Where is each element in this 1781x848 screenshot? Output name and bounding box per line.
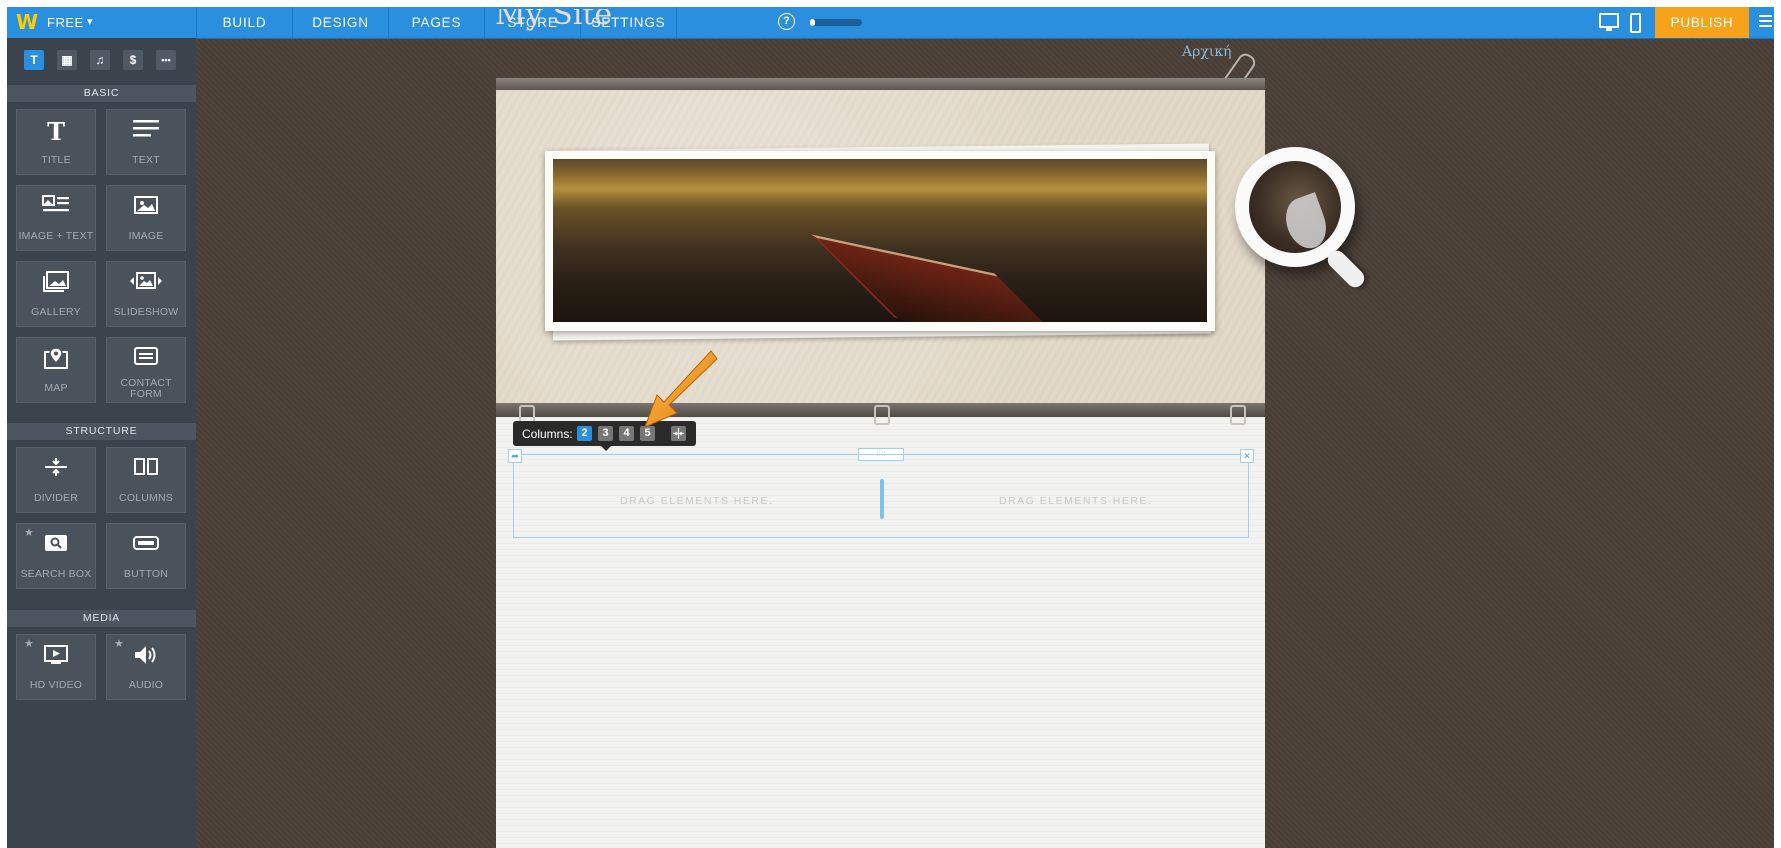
- chevron-down-icon[interactable]: ▾: [87, 15, 93, 28]
- toolbar-pointer: [601, 446, 611, 451]
- element-title[interactable]: T TITLE: [16, 109, 96, 175]
- element-label: TITLE: [41, 154, 71, 166]
- top-bar: W FREE ▾ BUILD DESIGN PAGES STORE SETTIN…: [7, 7, 1774, 39]
- tab-build[interactable]: BUILD: [196, 7, 292, 38]
- element-label: IMAGE: [128, 230, 164, 242]
- section-structure: STRUCTURE: [7, 423, 196, 440]
- columns-option-4[interactable]: 4: [619, 426, 634, 441]
- title-icon: T: [47, 117, 65, 146]
- columns-icon: [107, 456, 185, 484]
- element-label: AUDIO: [128, 679, 164, 691]
- element-category-tabs: T ▦ ♫ $ •••: [7, 38, 196, 80]
- cup-handle: [1324, 247, 1368, 291]
- element-contact-form[interactable]: CONTACT FORM: [106, 337, 186, 403]
- element-label: CONTACT FORM: [107, 378, 185, 400]
- weebly-logo-icon[interactable]: W: [16, 12, 38, 32]
- site-title[interactable]: My Site: [495, 9, 612, 32]
- element-label: MAP: [44, 382, 68, 394]
- image-icon: [107, 194, 185, 222]
- element-hd-video[interactable]: ★ HD VIDEO: [16, 634, 96, 700]
- text-lines-icon: [107, 118, 185, 146]
- slideshow-icon: [107, 270, 185, 298]
- element-slideshow[interactable]: SLIDESHOW: [106, 261, 186, 327]
- layout-category-icon[interactable]: ▦: [57, 50, 77, 70]
- element-audio[interactable]: ★ AUDIO: [106, 634, 186, 700]
- element-image[interactable]: IMAGE: [106, 185, 186, 251]
- menu-icon[interactable]: [1759, 15, 1772, 30]
- element-label: HD VIDEO: [29, 679, 83, 691]
- settings-arrow-icon[interactable]: ➦: [508, 449, 522, 463]
- column-drop-zone-left[interactable]: DRAG ELEMENTS HERE.: [620, 495, 773, 507]
- setup-progress-bar: [810, 19, 862, 26]
- element-columns[interactable]: COLUMNS: [106, 447, 186, 513]
- progress-fill: [810, 19, 816, 26]
- element-image-text[interactable]: IMAGE + TEXT: [16, 185, 96, 251]
- header-top-bar: [496, 78, 1265, 90]
- binder-ring: [1230, 405, 1246, 425]
- element-divider[interactable]: DIVIDER: [16, 447, 96, 513]
- columns-option-3[interactable]: 3: [598, 426, 613, 441]
- binder-ring: [874, 405, 890, 425]
- section-media: MEDIA: [7, 610, 196, 627]
- element-label: SLIDESHOW: [113, 306, 179, 318]
- element-label-line2: FORM: [130, 388, 162, 400]
- columns-label: Columns:: [522, 427, 573, 441]
- element-label: TEXT: [132, 154, 160, 166]
- element-label: BUTTON: [123, 568, 169, 580]
- element-map[interactable]: MAP: [16, 337, 96, 403]
- mobile-view-icon[interactable]: [1630, 13, 1641, 33]
- desktop-view-icon[interactable]: [1599, 13, 1619, 28]
- publish-button[interactable]: PUBLISH: [1655, 7, 1749, 38]
- column-drop-zone-right[interactable]: DRAG ELEMENTS HERE.: [999, 495, 1152, 507]
- element-label: GALLERY: [31, 306, 81, 318]
- gallery-icon: [17, 270, 95, 298]
- close-icon[interactable]: ✕: [1240, 449, 1254, 463]
- commerce-category-icon[interactable]: $: [123, 50, 143, 70]
- button-icon: [107, 532, 185, 560]
- coffee-cup-decoration: [1235, 147, 1355, 267]
- map-pin-icon: [17, 346, 95, 374]
- element-search-box[interactable]: ★ SEARCH BOX: [16, 523, 96, 589]
- orange-arrow-annotation: [644, 350, 718, 428]
- coffee-surface: [1249, 161, 1341, 254]
- element-label: COLUMNS: [119, 492, 173, 504]
- tab-design[interactable]: DESIGN: [292, 7, 388, 38]
- help-icon[interactable]: ?: [778, 13, 795, 30]
- columns-block[interactable]: DRAG ELEMENTS HERE. DRAG ELEMENTS HERE. …: [508, 449, 1254, 538]
- coffee-reflection: [1279, 192, 1333, 254]
- element-label: DIVIDER: [34, 492, 78, 504]
- plan-label[interactable]: FREE: [47, 15, 84, 30]
- nav-link-home[interactable]: Αρχική: [1182, 44, 1231, 60]
- tab-pages[interactable]: PAGES: [388, 7, 484, 38]
- header-image[interactable]: [553, 159, 1207, 322]
- image-text-icon: [17, 194, 95, 222]
- element-gallery[interactable]: GALLERY: [16, 261, 96, 327]
- contact-form-icon: [107, 346, 185, 374]
- element-button[interactable]: BUTTON: [106, 523, 186, 589]
- element-text[interactable]: TEXT: [106, 109, 186, 175]
- element-label: IMAGE + TEXT: [18, 230, 94, 242]
- divider-icon: [17, 456, 95, 484]
- section-basic: BASIC: [7, 85, 196, 102]
- editor-window: W FREE ▾ BUILD DESIGN PAGES STORE SETTIN…: [7, 7, 1774, 848]
- media-category-icon[interactable]: ♫: [90, 50, 110, 70]
- video-icon: [17, 643, 95, 671]
- columns-option-2[interactable]: 2: [577, 426, 592, 441]
- elements-sidebar: T ▦ ♫ $ ••• BASIC T TITLE TEXT IMAGE + T…: [7, 38, 196, 848]
- text-category-icon[interactable]: T: [24, 50, 44, 70]
- canoe-shape: [811, 234, 1078, 322]
- audio-speaker-icon: [107, 643, 185, 671]
- column-resize-handle[interactable]: [880, 479, 884, 519]
- more-category-icon[interactable]: •••: [156, 50, 176, 70]
- element-label: SEARCH BOX: [20, 568, 92, 580]
- desktop-stand-icon: [1606, 28, 1612, 31]
- search-box-icon: [17, 532, 95, 560]
